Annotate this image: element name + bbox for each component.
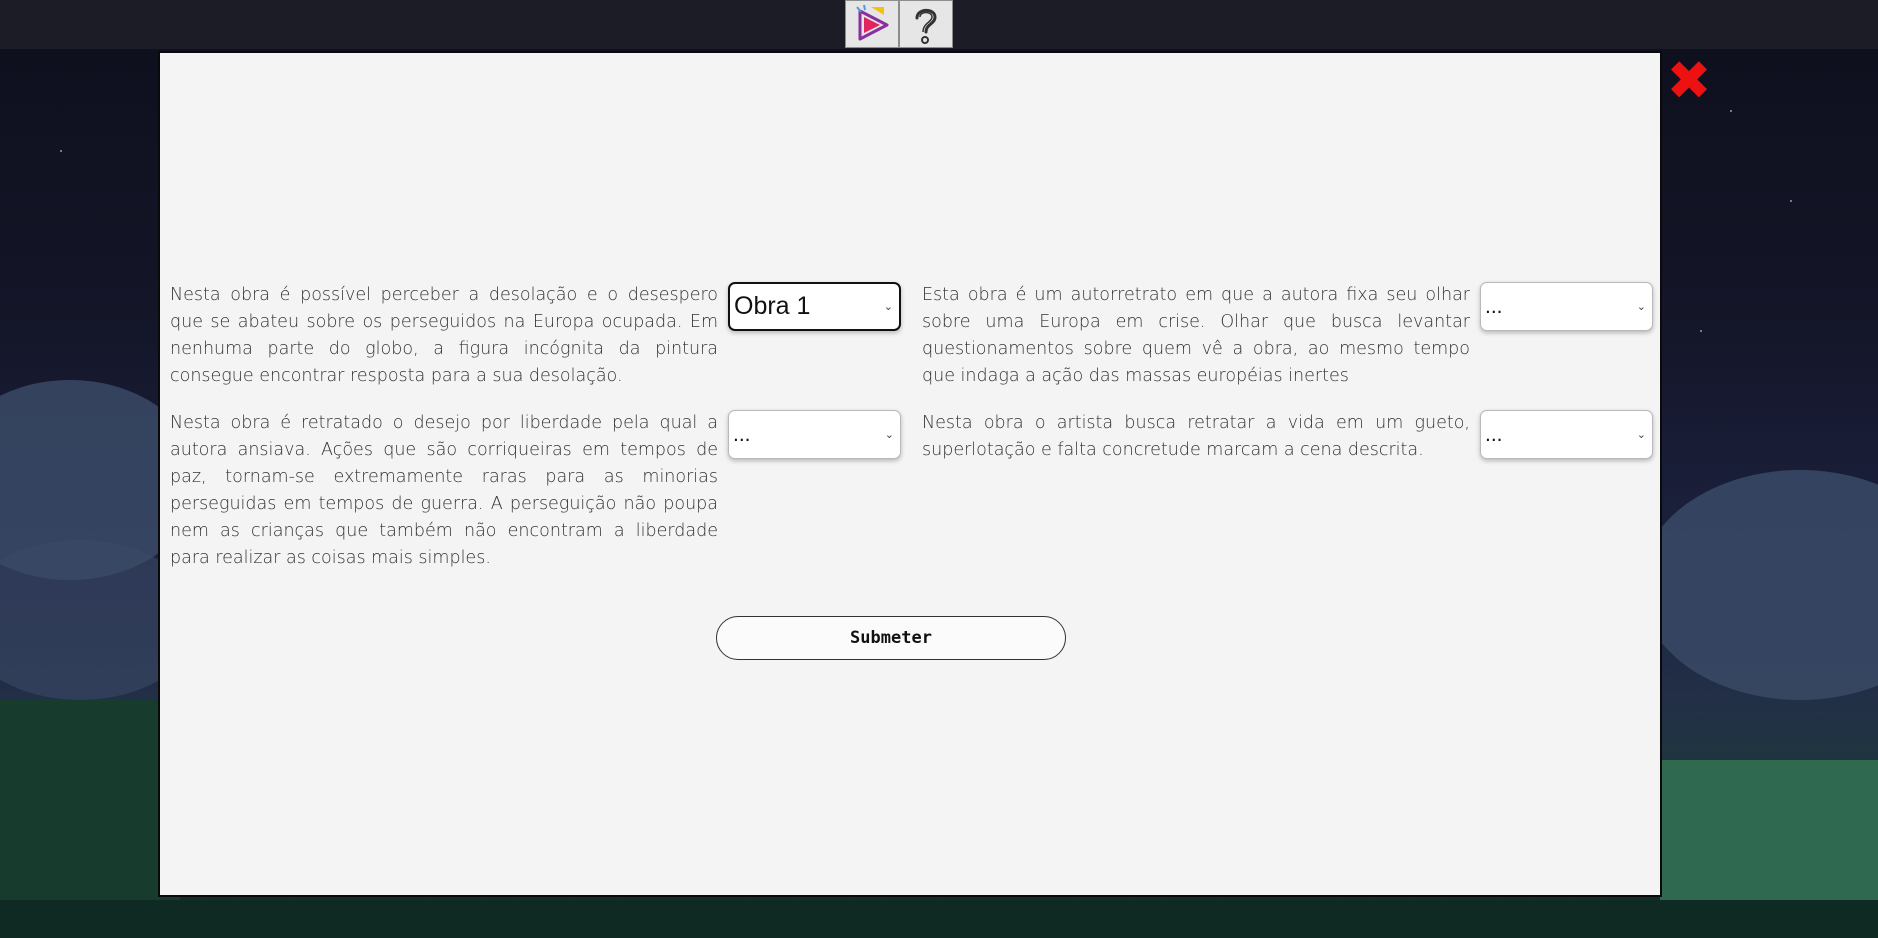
help-question-icon bbox=[915, 8, 937, 44]
help-button[interactable] bbox=[899, 0, 953, 48]
question-item: Nesta obra é possível perceber a desolaç… bbox=[170, 282, 922, 390]
chevron-down-icon: ⌄ bbox=[883, 300, 893, 313]
answer-select[interactable]: ... ⌄ bbox=[728, 410, 901, 459]
video-play-icon bbox=[856, 4, 889, 41]
question-text: Nesta obra o artista busca retratar a vi… bbox=[922, 413, 1470, 460]
answer-select-value: ... bbox=[1485, 294, 1503, 318]
questions-grid: Nesta obra é possível perceber a desolaç… bbox=[170, 282, 1654, 592]
question-text: Esta obra é um autorretrato em que a aut… bbox=[922, 285, 1470, 386]
toolbar bbox=[845, 0, 953, 49]
answer-select[interactable]: ... ⌄ bbox=[1480, 410, 1653, 459]
chevron-down-icon: ⌄ bbox=[884, 428, 894, 441]
quiz-modal: Nesta obra é possível perceber a desolaç… bbox=[158, 51, 1662, 897]
answer-select[interactable]: ... ⌄ bbox=[1480, 282, 1653, 331]
question-text: Nesta obra é possível perceber a desolaç… bbox=[170, 285, 718, 386]
video-play-button[interactable] bbox=[845, 0, 899, 48]
question-item: Esta obra é um autorretrato em que a aut… bbox=[922, 282, 1654, 390]
chevron-down-icon: ⌄ bbox=[1636, 428, 1646, 441]
chevron-down-icon: ⌄ bbox=[1636, 300, 1646, 313]
question-item: Nesta obra é retratado o desejo por libe… bbox=[170, 410, 922, 572]
question-row: Nesta obra é retratado o desejo por libe… bbox=[170, 410, 1654, 572]
answer-select-value: Obra 1 bbox=[734, 292, 811, 320]
answer-select[interactable]: Obra 1 ⌄ bbox=[728, 282, 901, 331]
answer-select-value: ... bbox=[733, 422, 751, 446]
question-text: Nesta obra é retratado o desejo por libe… bbox=[170, 413, 718, 568]
close-icon[interactable]: ✖ bbox=[1665, 54, 1713, 108]
submit-button[interactable]: Submeter bbox=[716, 616, 1066, 660]
question-row: Nesta obra é possível perceber a desolaç… bbox=[170, 282, 1654, 390]
answer-select-value: ... bbox=[1485, 422, 1503, 446]
question-item: Nesta obra o artista busca retratar a vi… bbox=[922, 410, 1654, 572]
